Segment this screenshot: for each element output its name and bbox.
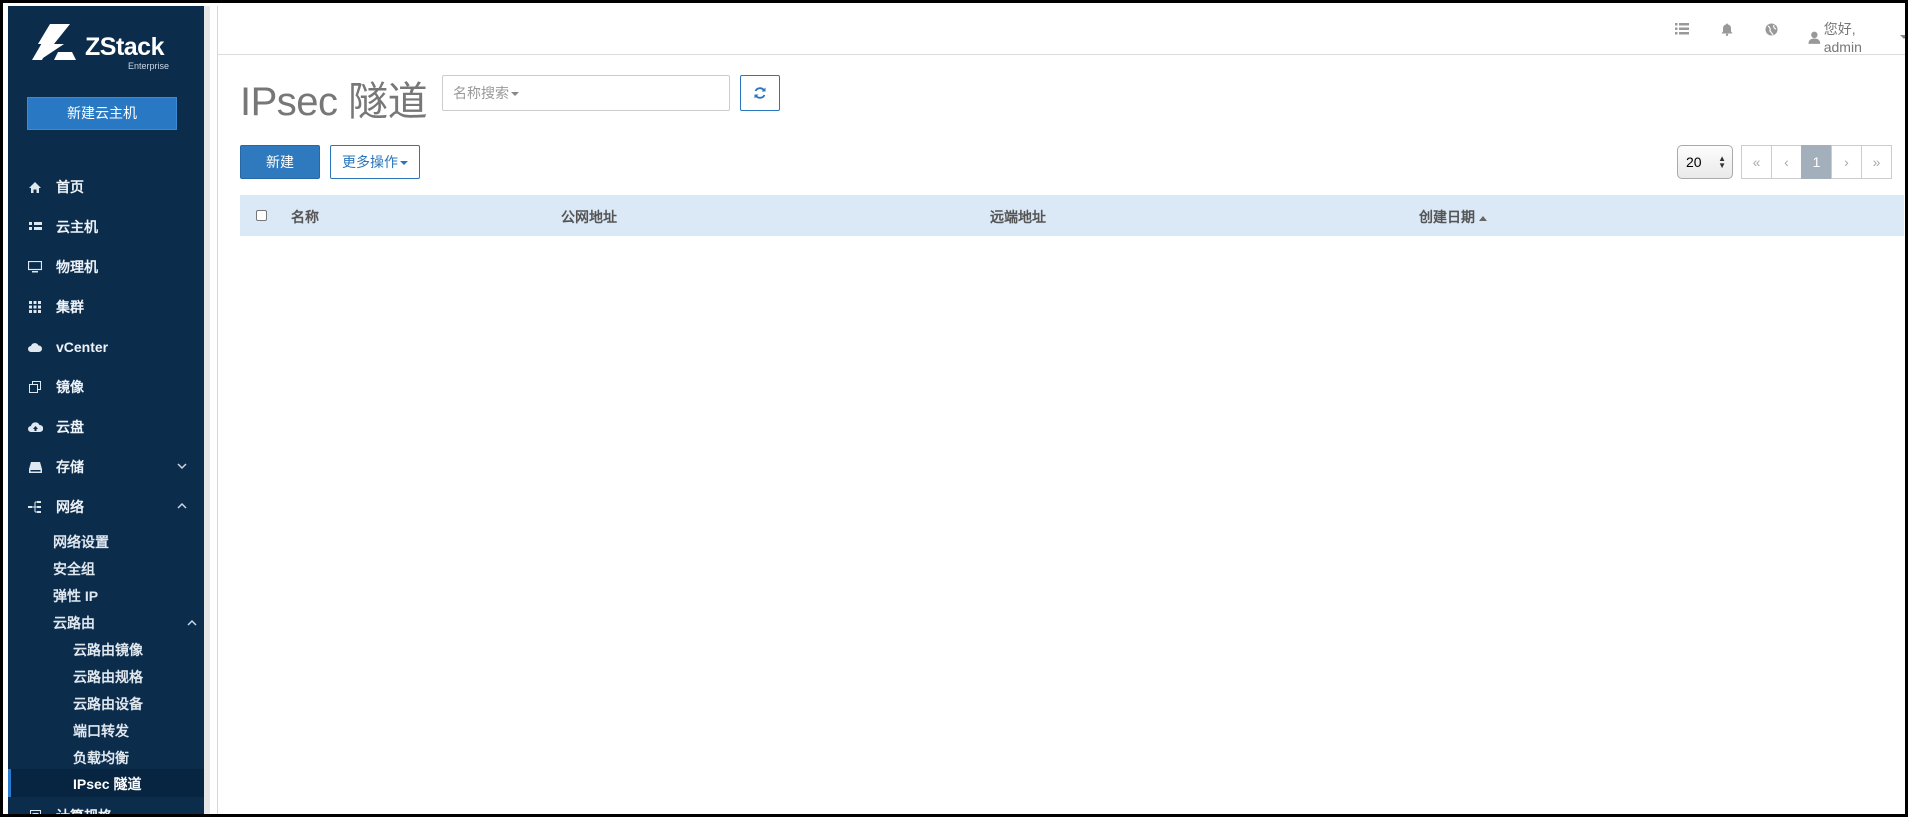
sidebar-item-label: 计算规格 [56, 808, 112, 817]
zstack-logo[interactable]: ZStack Enterprise [32, 22, 182, 74]
caret-down-icon [400, 161, 408, 166]
new-button[interactable]: 新建 [240, 145, 320, 179]
sidebar-subitem-security-group[interactable]: 安全组 [53, 555, 95, 582]
pager-first-button[interactable]: « [1741, 145, 1772, 179]
sidebar-subitem-router-image[interactable]: 云路由镜像 [73, 636, 143, 663]
search-input[interactable]: 名称搜索 [442, 75, 730, 111]
pager-prev-button[interactable]: ‹ [1771, 145, 1802, 179]
sidebar-item-cluster[interactable]: 集群 [8, 287, 204, 327]
sidebar-item-vm[interactable]: 云主机 [8, 207, 204, 247]
brand-name: ZStack [85, 33, 164, 61]
pager-current-page[interactable]: 1 [1801, 145, 1832, 179]
sidebar-item-compute-offering[interactable]: 计算规格 [8, 796, 204, 817]
user-icon [1808, 31, 1821, 44]
sidebar-item-home[interactable]: 首页 [8, 167, 204, 207]
sidebar-item-label: 云盘 [56, 419, 84, 435]
select-arrows-icon: ▲ ▼ [1718, 154, 1726, 170]
sidebar-item-label: 网络 [56, 499, 84, 515]
column-header-name[interactable]: 名称 [291, 207, 319, 227]
sidebar-item-vcenter[interactable]: vCenter [8, 327, 204, 367]
sidebar-item-label: 物理机 [56, 259, 98, 275]
pager-last-button[interactable]: » [1861, 145, 1892, 179]
sidebar-subitem-router-offering[interactable]: 云路由规格 [73, 663, 143, 690]
refresh-icon [754, 87, 766, 99]
sidebar-item-label: 首页 [56, 179, 84, 195]
app-window: ZStack Enterprise 新建云主机 首页 云主机 物理机 集群 vC… [0, 0, 1908, 817]
brand-edition: Enterprise [128, 61, 170, 71]
pagination: « ‹ 1 › » [1741, 145, 1892, 179]
task-list-icon[interactable] [1673, 20, 1691, 38]
spec-icon [26, 809, 44, 814]
sidebar-item-network[interactable]: 网络 [8, 487, 204, 527]
refresh-button[interactable] [740, 75, 780, 111]
sidebar-item-label: 镜像 [56, 379, 84, 395]
sidebar-item-image[interactable]: 镜像 [8, 367, 204, 407]
sidebar-item-label: 集群 [56, 299, 84, 315]
storage-icon [26, 460, 44, 474]
select-all-checkbox[interactable] [256, 210, 267, 221]
caret-down-icon [1900, 35, 1905, 39]
column-header-public-address[interactable]: 公网地址 [561, 207, 617, 227]
sidebar-subitem-ipsec-tunnel[interactable]: IPsec 隧道 [73, 770, 141, 797]
sort-ascending-icon [1479, 215, 1487, 221]
network-tree-icon [26, 500, 44, 514]
vm-grid-icon [26, 220, 44, 234]
sidebar-subitem-virtual-router[interactable]: 云路由 [53, 609, 198, 636]
cloud-upload-icon [26, 420, 44, 434]
new-vm-button[interactable]: 新建云主机 [27, 97, 177, 130]
column-header-created-date[interactable]: 创建日期 [1419, 207, 1487, 227]
user-greeting: 您好, admin [1823, 21, 1862, 55]
sidebar-item-label: 存储 [56, 459, 84, 475]
bell-icon[interactable] [1718, 20, 1736, 38]
sidebar-item-label: vCenter [56, 339, 109, 355]
sidebar-subitem-network-settings[interactable]: 网络设置 [53, 528, 109, 555]
page-title: IPsec 隧道 [240, 80, 428, 124]
home-icon [26, 180, 44, 194]
page-size-value: 20 [1686, 154, 1702, 170]
zstack-logo-mark-icon [32, 24, 76, 60]
cluster-grid-icon [26, 300, 44, 314]
sidebar-subitem-port-forwarding[interactable]: 端口转发 [73, 717, 129, 744]
chevron-up-icon [177, 502, 187, 509]
caret-down-icon [511, 92, 519, 97]
sidebar-item-storage[interactable]: 存储 [8, 447, 204, 487]
top-bar: 您好, admin [218, 6, 1905, 55]
sidebar-subitem-elastic-ip[interactable]: 弹性 IP [53, 582, 98, 609]
table-header: 名称 公网地址 远端地址 创建日期 [240, 195, 1904, 236]
sidebar-item-label: 云主机 [56, 219, 98, 235]
column-header-label: 创建日期 [1419, 209, 1475, 225]
more-actions-button[interactable]: 更多操作 [330, 145, 420, 179]
monitor-icon [26, 260, 44, 274]
user-menu[interactable]: 您好, admin [1808, 19, 1905, 55]
sidebar-resize-handle[interactable] [204, 6, 218, 814]
chevron-up-icon [187, 619, 197, 626]
sidebar-item-host[interactable]: 物理机 [8, 247, 204, 287]
more-actions-label: 更多操作 [342, 154, 398, 170]
chevron-down-icon [177, 463, 187, 470]
image-copy-icon [26, 380, 44, 394]
active-item-indicator [8, 769, 11, 797]
globe-icon[interactable] [1762, 20, 1780, 38]
sidebar-subitem-label: 云路由 [53, 614, 95, 631]
search-placeholder: 名称搜索 [453, 85, 509, 101]
sidebar: ZStack Enterprise 新建云主机 首页 云主机 物理机 集群 vC… [8, 6, 204, 817]
sidebar-subitem-router-device[interactable]: 云路由设备 [73, 690, 143, 717]
cloud-icon [26, 340, 44, 354]
pager-next-button[interactable]: › [1831, 145, 1862, 179]
sidebar-item-volume[interactable]: 云盘 [8, 407, 204, 447]
sidebar-subitem-load-balancer[interactable]: 负载均衡 [73, 744, 129, 771]
main-content: IPsec 隧道 名称搜索 新建 更多操作 20 ▲ ▼ « ‹ 1 › » 名… [218, 55, 1905, 814]
column-header-remote-address[interactable]: 远端地址 [990, 207, 1046, 227]
page-size-select[interactable]: 20 ▲ ▼ [1677, 145, 1733, 179]
